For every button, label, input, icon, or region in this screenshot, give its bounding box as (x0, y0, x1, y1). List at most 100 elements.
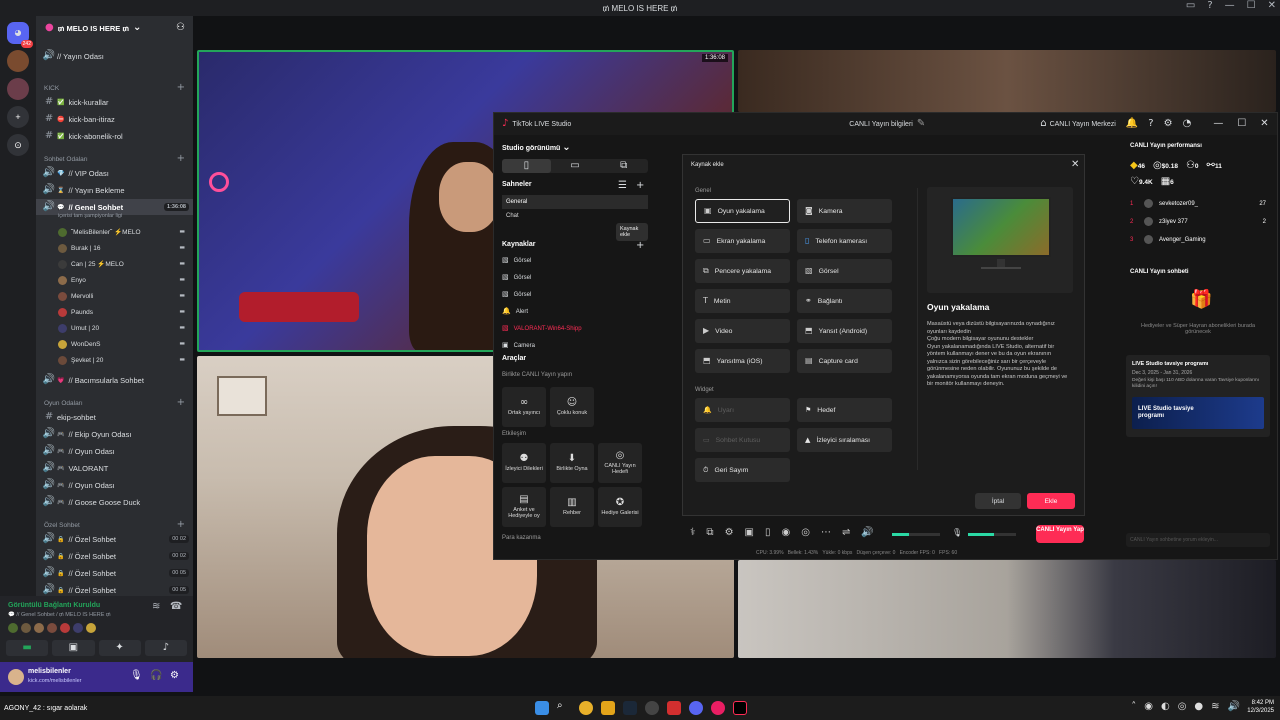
avatar[interactable] (47, 623, 57, 633)
volume-icon[interactable]: 🔊 (1228, 702, 1240, 712)
voice-member[interactable]: Can | 25 ⚡MELO ▬ (36, 256, 193, 272)
avatar[interactable] (73, 623, 83, 633)
plus-icon[interactable]: + (177, 154, 185, 164)
channel-item[interactable]: 🔊 🎮// Goose Goose Duck (36, 494, 193, 510)
microphone-icon[interactable]: 🎙 (130, 671, 143, 681)
avatar[interactable] (34, 623, 44, 633)
source-type-button[interactable]: ▯ Telefon kamerası (797, 229, 892, 253)
avatar[interactable] (60, 623, 70, 633)
windows-start-icon[interactable] (535, 701, 549, 715)
server-icon-melo[interactable] (7, 50, 29, 72)
source-type-button[interactable]: T Metin (695, 289, 790, 313)
source-type-button[interactable]: ▧ Görsel (797, 259, 892, 283)
channel-item[interactable]: 🔊// Yayın Odası (36, 48, 193, 64)
voice-member[interactable]: WonDenS ▬ (36, 336, 193, 352)
close-icon[interactable]: ✕ (1260, 119, 1268, 129)
channel-item[interactable]: # ⛔ kick-ban-itiraz (36, 111, 193, 127)
widget-button[interactable]: ▭ Sohbet Kutusu (695, 428, 790, 452)
inbox-icon[interactable]: ▭ (1186, 1, 1195, 11)
add-member-icon[interactable]: ⚇ (176, 23, 185, 33)
search-icon[interactable]: ⌕ (557, 701, 571, 715)
source-type-button[interactable]: ▶ Video (695, 319, 790, 343)
channel-item[interactable]: 🔊 🔒// Özel Sohbet 00 02 (36, 531, 193, 547)
settings-gear-icon[interactable]: ⚙ (170, 671, 179, 681)
widget-button[interactable]: ⚑ Hedef (797, 398, 892, 422)
discover-icon[interactable]: ⊙ (7, 134, 29, 156)
app-icon[interactable] (645, 701, 659, 715)
add-button[interactable]: Ekle (1027, 493, 1075, 509)
plus-icon[interactable]: + (177, 83, 185, 93)
headphones-icon[interactable]: 🎧 (150, 671, 162, 681)
source-item[interactable]: ▧ Görsel (502, 274, 531, 281)
close-icon[interactable]: ✕ (1071, 160, 1079, 170)
source-type-button[interactable]: ▭ Ekran yakalama (695, 229, 790, 253)
channel-item[interactable]: 🔊 🎮// Oyun Odası (36, 477, 193, 493)
scene-item[interactable]: General (502, 195, 648, 209)
channel-item[interactable]: 🔊 🎮 VALORANT (36, 460, 193, 476)
voice-member[interactable]: Enyo ▬ (36, 272, 193, 288)
live-goal-button[interactable]: ◎ CANLI Yayın Hedefi (598, 443, 642, 483)
maximize-icon[interactable]: ☐ (1247, 1, 1256, 11)
channel-item[interactable]: 🔊 🔒// Özel Sohbet 00 02 (36, 548, 193, 564)
play-together-button[interactable]: ⬇ Birlikte Oyna (550, 443, 594, 483)
voice-channel-path[interactable]: 💬 // Genel Sohbet / ₥ MELO IS HERE ₥ (8, 612, 111, 618)
chat-input[interactable]: CANLI Yayın sohbetine yorum ekleyin... (1126, 533, 1270, 547)
guide-button[interactable]: ▥ Rehber (550, 487, 594, 527)
screenshot-icon[interactable]: ▣ (745, 528, 754, 538)
voice-member[interactable]: Şevket | 20 ▬ (36, 352, 193, 368)
cancel-button[interactable]: İptal (975, 493, 1021, 509)
add-server-icon[interactable]: + (7, 106, 29, 128)
video-tile-4[interactable] (738, 560, 1276, 658)
phone-icon[interactable]: ▯ (765, 528, 771, 538)
add-scene-icon[interactable]: + (636, 181, 644, 191)
add-source-icon[interactable]: + (636, 241, 644, 251)
top-viewer-row[interactable]: 2 z3iyev 377 2 (1130, 217, 1266, 226)
camera-button[interactable]: ▬ (6, 640, 49, 656)
tray-icon[interactable]: ◎ (1178, 702, 1187, 712)
source-item[interactable]: ▧ VALORANT-Win64-Shipp (502, 325, 582, 332)
mic-icon[interactable]: 🎙 (952, 529, 962, 537)
plus-icon[interactable]: + (177, 520, 185, 530)
app-icon[interactable] (711, 701, 725, 715)
source-item[interactable]: ▣ Camera (502, 342, 535, 349)
vertical-button[interactable]: ▯ (502, 159, 551, 173)
viewer-requests-button[interactable]: ⚉ İzleyici Dilekleri (502, 443, 546, 483)
live-info-link[interactable]: CANLI Yayın bilgileri (849, 121, 913, 128)
top-viewer-row[interactable]: 3 Avenger_Gaming (1130, 235, 1266, 244)
tiktok-icon[interactable] (733, 701, 747, 715)
more-icon[interactable]: ⋯ (821, 528, 831, 538)
source-type-button[interactable]: ⚭ Bağlantı (797, 289, 892, 313)
voice-member[interactable]: ˜MelisBilenler˜ ⚡MELO ▬ (36, 224, 193, 240)
widget-button[interactable]: 🔔 Uyarı (695, 398, 790, 422)
settings-icon[interactable]: ⚙ (1164, 119, 1173, 129)
chevron-up-icon[interactable]: ˄ (1131, 702, 1136, 712)
channel-item[interactable]: 🔊 🎮// Ekip Oyun Odası (36, 426, 193, 442)
channel-item[interactable]: 🔊 🔒// Özel Sohbet 00 05 (36, 565, 193, 581)
multi-guest-button[interactable]: ☺ Çoklu konuk (550, 387, 594, 427)
profile-icon[interactable]: ◔ (1183, 119, 1192, 129)
channel-item[interactable]: # ✅ kick-kurallar (36, 94, 193, 110)
mic-volume-slider[interactable] (968, 533, 1016, 536)
avatar[interactable] (8, 669, 24, 685)
source-item[interactable]: ▧ Görsel (502, 257, 531, 264)
clock[interactable]: 8:42 PM 12/3/2025 (1247, 699, 1274, 715)
source-type-button[interactable]: ◙ Kamera (797, 199, 892, 223)
channel-item[interactable]: # ✅ kick-abonelik-rol (36, 128, 193, 144)
screen-share-button[interactable]: ▣ (52, 640, 95, 656)
speaker-volume-slider[interactable] (892, 533, 940, 536)
server-icon[interactable] (7, 78, 29, 100)
horizontal-button[interactable]: ▭ (551, 159, 600, 173)
tray-icon[interactable]: ◉ (1144, 702, 1153, 712)
gift-gallery-button[interactable]: ✪ Hediye Galerisi (598, 487, 642, 527)
view-dropdown[interactable]: Studio görünümü ⌄ (502, 143, 571, 153)
widget-button[interactable]: ⏱ Geri Sayım (695, 458, 790, 482)
minimize-icon[interactable]: — (1213, 119, 1223, 129)
channel-item[interactable]: 🔊 💎// VIP Odası (36, 165, 193, 181)
list-icon[interactable]: ☰ (618, 181, 627, 191)
stop-icon[interactable]: ◎ (801, 528, 810, 538)
source-type-button[interactable]: ⬒ Yansıtma (iOS) (695, 349, 790, 373)
poll-button[interactable]: ▤ Anket ve Hediyeyle oy (502, 487, 546, 527)
source-type-button[interactable]: ▣ Oyun yakalama (695, 199, 790, 223)
widget-button[interactable]: ▲ İzleyici sıralaması (797, 428, 892, 452)
help-icon[interactable]: ? (1207, 1, 1212, 11)
